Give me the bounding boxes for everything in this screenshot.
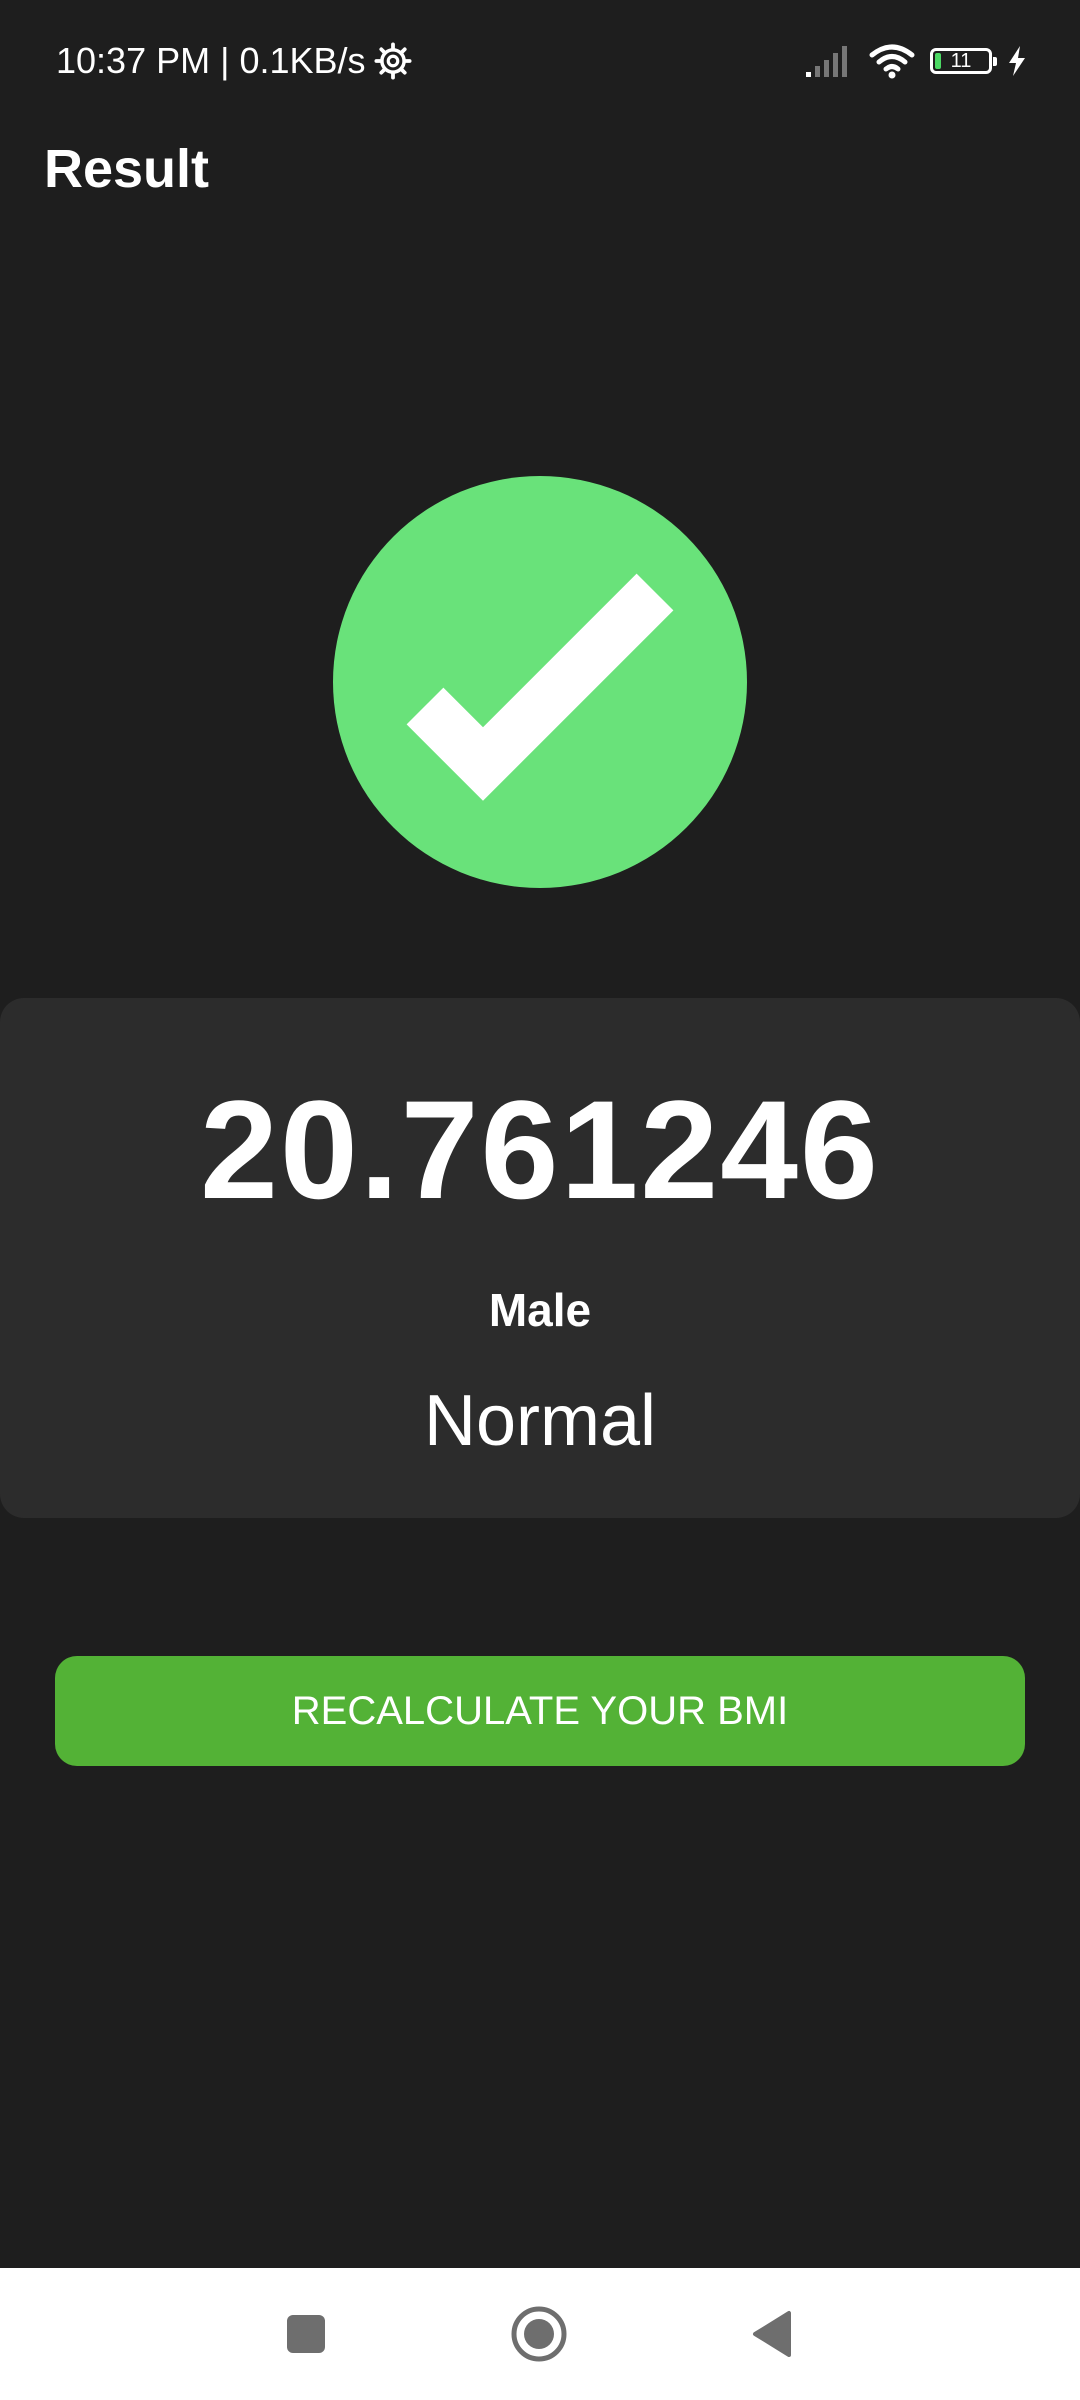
navigation-bar (0, 2268, 1080, 2400)
bmi-value: 20.761246 (200, 1071, 880, 1228)
status-time-speed: 10:37 PM | 0.1KB/s (56, 40, 366, 81)
wifi-icon (869, 44, 915, 79)
recents-square-icon (287, 2315, 325, 2353)
battery-level: 11 (950, 49, 972, 72)
battery-level-fill (935, 53, 941, 69)
signal-icon (806, 46, 847, 77)
result-screen: 10:37 PM | 0.1KB/s 11 Result 20.761246 M… (0, 0, 1080, 2400)
status-bar: 10:37 PM | 0.1KB/s 11 (0, 0, 1080, 120)
battery-icon: 11 (930, 48, 997, 74)
back-button[interactable] (734, 2296, 810, 2372)
home-circle-icon (511, 2306, 567, 2362)
recents-button[interactable] (268, 2296, 344, 2372)
status-left: 10:37 PM | 0.1KB/s (56, 38, 412, 84)
check-icon (406, 573, 674, 801)
status-right: 11 (804, 38, 1028, 84)
bmi-category: Normal (423, 1381, 657, 1461)
result-status-badge (333, 476, 747, 888)
recalculate-button[interactable]: RECALCULATE YOUR BMI (55, 1656, 1025, 1766)
back-triangle-icon (753, 2311, 791, 2357)
home-button[interactable] (501, 2296, 577, 2372)
gender-label: Male (488, 1284, 592, 1336)
page-title: Result (44, 139, 210, 199)
charging-icon (1009, 46, 1025, 76)
settings-gear-icon (373, 42, 412, 80)
